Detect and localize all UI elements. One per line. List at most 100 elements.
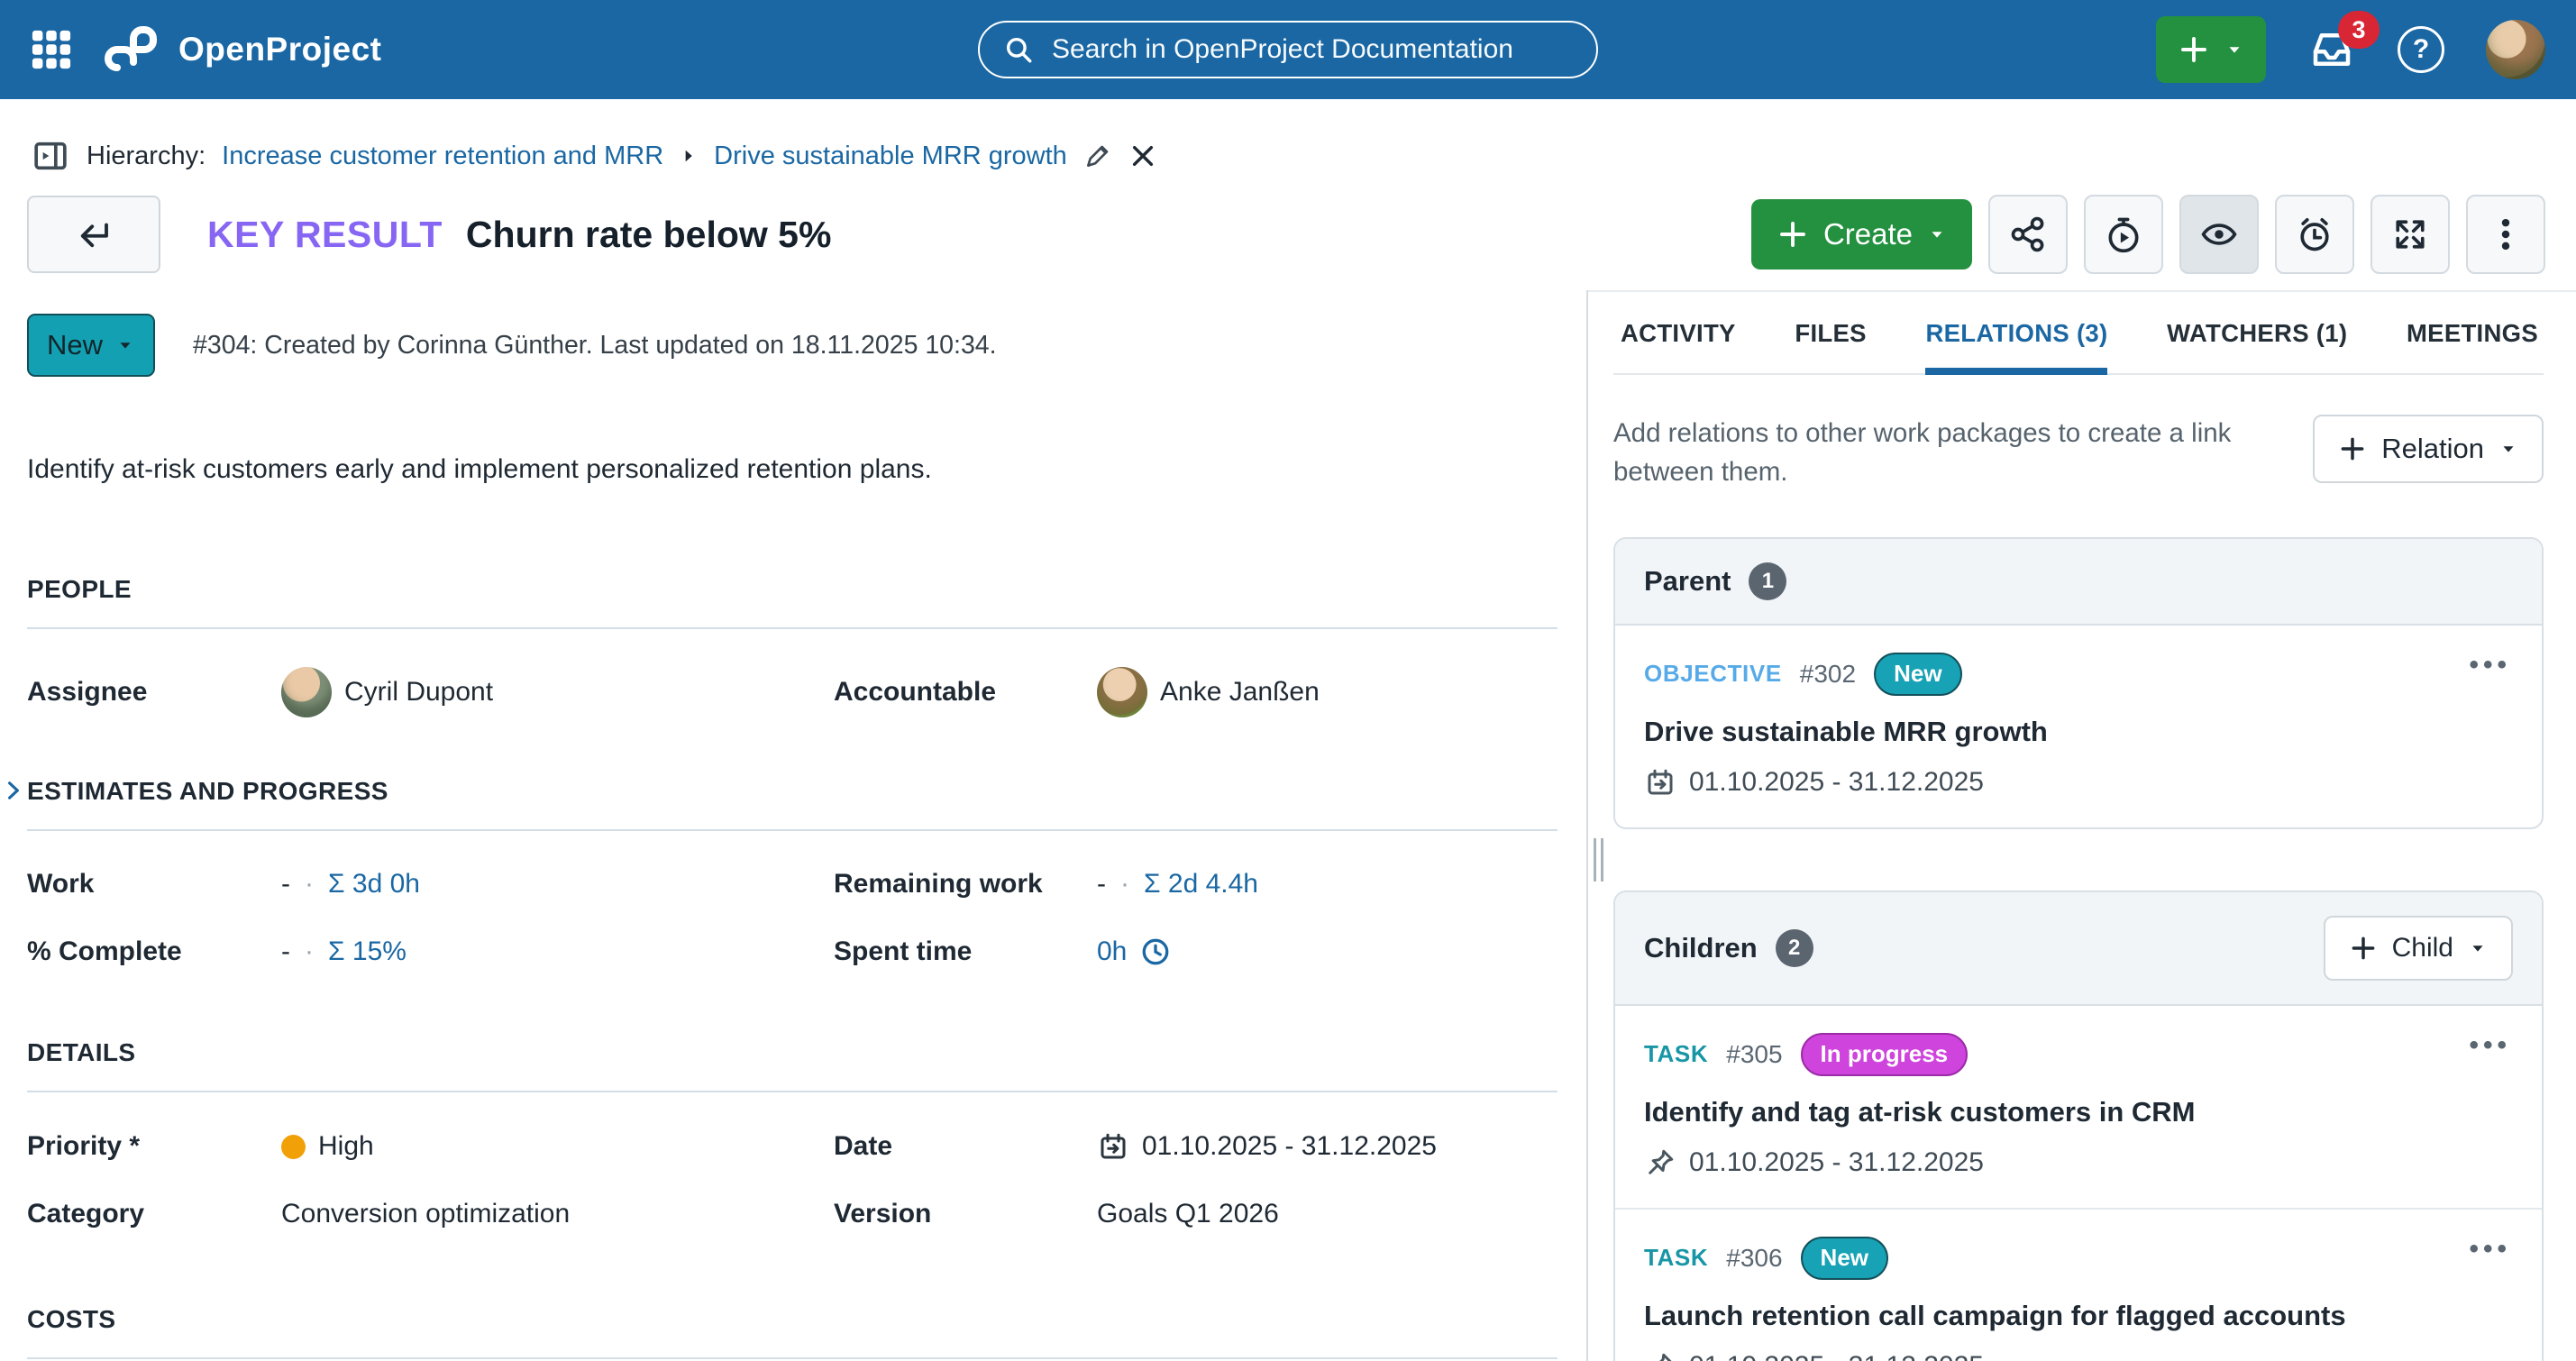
relations-intro-row: Add relations to other work packages to …: [1613, 415, 2544, 492]
app-grid-icon[interactable]: [31, 29, 72, 70]
relation-item-menu-icon[interactable]: [2469, 1242, 2511, 1256]
relation-item-parent[interactable]: OBJECTIVE #302 New Drive sustainable MRR…: [1615, 626, 2542, 827]
edit-pencil-icon[interactable]: [1083, 142, 1112, 170]
tab-files[interactable]: FILES: [1795, 319, 1866, 373]
category-value: Conversion optimization: [281, 1199, 570, 1229]
page-title[interactable]: Churn rate below 5%: [466, 214, 832, 256]
add-child-button[interactable]: Child: [2324, 916, 2513, 981]
tab-relations[interactable]: RELATIONS (3): [1925, 319, 2107, 373]
work-package-type[interactable]: KEY RESULT: [207, 214, 443, 256]
notification-badge: 3: [2338, 11, 2380, 49]
work-derived-value[interactable]: Σ 3d 0h: [328, 869, 420, 900]
quick-add-button[interactable]: [2156, 16, 2266, 83]
relation-item-title[interactable]: Identify and tag at-risk customers in CR…: [1644, 1096, 2513, 1128]
watch-button[interactable]: [2179, 195, 2259, 274]
version-field[interactable]: Goals Q1 2026: [1097, 1199, 1557, 1229]
work-package-type-label: OBJECTIVE: [1644, 660, 1782, 688]
spent-time-value[interactable]: 0h: [1097, 936, 1127, 967]
relation-item-dates: 01.10.2025 - 31.12.2025: [1644, 1350, 2513, 1361]
work-package-details-pane: New #304: Created by Corinna Günther. La…: [0, 290, 1588, 1361]
relation-item-dates: 01.10.2025 - 31.12.2025: [1644, 766, 2513, 799]
split-view: New #304: Created by Corinna Günther. La…: [0, 290, 2576, 1361]
back-arrow-icon: [75, 215, 113, 253]
start-timer-button[interactable]: [2084, 195, 2163, 274]
date-label: Date: [834, 1131, 1097, 1162]
expand-icon: [2390, 215, 2430, 254]
tab-meetings[interactable]: MEETINGS: [2407, 319, 2538, 373]
global-search[interactable]: [978, 21, 1598, 78]
percent-derived-value[interactable]: Σ 15%: [328, 936, 406, 967]
openproject-logo[interactable]: OpenProject: [103, 26, 382, 73]
accountable-field[interactable]: Anke Janßen: [1097, 667, 1557, 717]
spent-time-field[interactable]: 0h: [1097, 936, 1557, 968]
relation-item-title[interactable]: Drive sustainable MRR growth: [1644, 716, 2513, 748]
alarm-clock-icon: [2295, 215, 2334, 254]
chevron-right-icon: [680, 147, 698, 165]
toggle-sidebar-icon[interactable]: [31, 138, 70, 174]
parent-count-badge: 1: [1749, 562, 1786, 600]
remaining-derived-value[interactable]: Σ 2d 4.4h: [1144, 869, 1258, 900]
pin-icon: [1644, 1146, 1676, 1179]
work-package-id[interactable]: #302: [1800, 660, 1856, 689]
description-text[interactable]: Identify at-risk customers early and imp…: [27, 454, 1557, 485]
work-package-type-label: TASK: [1644, 1244, 1708, 1272]
section-divider: [27, 1357, 1557, 1359]
relation-item-title[interactable]: Launch retention call campaign for flagg…: [1644, 1300, 2513, 1332]
plus-icon: [1777, 218, 1809, 251]
stopwatch-icon: [2104, 215, 2143, 254]
version-label: Version: [834, 1199, 1097, 1229]
relation-item-child[interactable]: TASK #305 In progress Identify and tag a…: [1615, 1006, 2542, 1208]
work-field[interactable]: -· Σ 3d 0h: [281, 869, 834, 900]
children-heading: Children: [1644, 932, 1758, 964]
user-avatar[interactable]: [2486, 20, 2545, 79]
relation-item-child[interactable]: TASK #306 New Launch retention call camp…: [1615, 1208, 2542, 1361]
breadcrumb-link-grandparent[interactable]: Increase customer retention and MRR: [222, 142, 663, 171]
breadcrumb-link-parent[interactable]: Drive sustainable MRR growth: [714, 142, 1067, 171]
parent-card-header: Parent 1: [1615, 539, 2542, 626]
people-section-heading: PEOPLE: [27, 575, 1557, 604]
work-package-id[interactable]: #306: [1726, 1244, 1782, 1273]
status-dropdown[interactable]: New: [27, 314, 155, 377]
back-button[interactable]: [27, 196, 160, 273]
work-package-id[interactable]: #305: [1726, 1040, 1782, 1069]
tab-activity[interactable]: ACTIVITY: [1621, 319, 1736, 373]
plus-icon: [2178, 33, 2210, 66]
fullscreen-button[interactable]: [2370, 195, 2450, 274]
priority-field[interactable]: High: [281, 1131, 834, 1162]
help-button[interactable]: [2398, 26, 2444, 73]
create-button[interactable]: Create: [1751, 199, 1972, 269]
create-button-label: Create: [1823, 217, 1913, 251]
percent-complete-field[interactable]: -· Σ 15%: [281, 936, 834, 967]
search-input[interactable]: [1052, 34, 1573, 65]
date-field[interactable]: 01.10.2025 - 31.12.2025: [1097, 1130, 1557, 1163]
calendar-icon: [1644, 766, 1676, 799]
accountable-avatar: [1097, 667, 1147, 717]
hierarchy-breadcrumb-row: Hierarchy: Increase customer retention a…: [31, 135, 2545, 177]
relation-item-dates: 01.10.2025 - 31.12.2025: [1644, 1146, 2513, 1179]
notifications-button[interactable]: 3: [2307, 25, 2356, 74]
share-button[interactable]: [1988, 195, 2068, 274]
work-label: Work: [27, 869, 281, 900]
relation-item-menu-icon[interactable]: [2469, 1038, 2511, 1052]
add-relation-label: Relation: [2381, 433, 2484, 465]
more-actions-button[interactable]: [2466, 195, 2545, 274]
hierarchy-label: Hierarchy:: [87, 142, 206, 171]
collapse-chevron-icon[interactable]: [2, 779, 25, 802]
pane-resize-handle[interactable]: [1594, 838, 1603, 881]
percent-complete-label: % Complete: [27, 936, 281, 967]
children-count-badge: 2: [1776, 929, 1813, 967]
close-icon[interactable]: [1128, 142, 1157, 170]
reminder-button[interactable]: [2275, 195, 2354, 274]
assignee-name: Cyril Dupont: [344, 677, 493, 708]
search-icon: [1003, 34, 1034, 65]
category-field[interactable]: Conversion optimization: [281, 1199, 834, 1229]
chevron-down-icon: [1927, 224, 1947, 244]
add-relation-button[interactable]: Relation: [2313, 415, 2544, 483]
chevron-down-icon: [2498, 439, 2518, 459]
relation-item-menu-icon[interactable]: [2469, 658, 2511, 671]
remaining-work-field[interactable]: -· Σ 2d 4.4h: [1097, 869, 1557, 900]
clock-icon[interactable]: [1139, 936, 1172, 968]
assignee-field[interactable]: Cyril Dupont: [281, 667, 834, 717]
tab-watchers[interactable]: WATCHERS (1): [2167, 319, 2347, 373]
priority-label: Priority *: [27, 1131, 281, 1162]
